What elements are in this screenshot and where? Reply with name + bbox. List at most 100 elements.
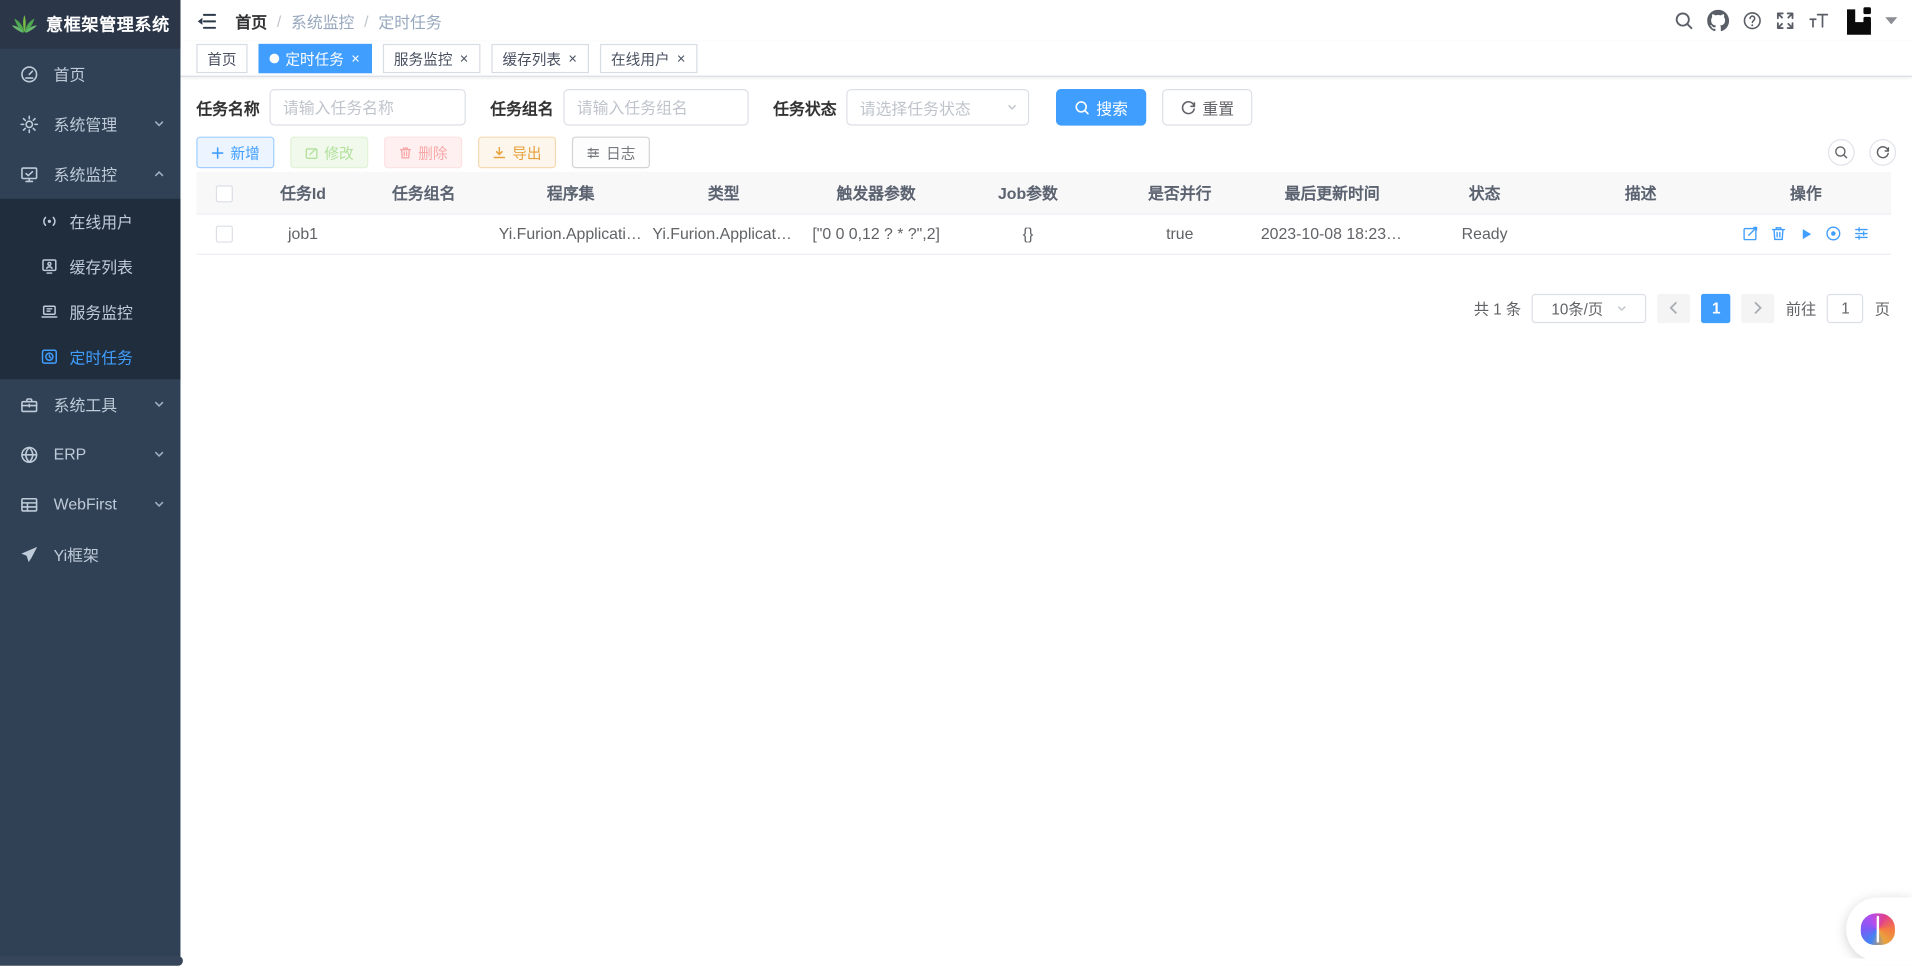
cell-job-args: {} [952, 213, 1103, 253]
col-job-args: Job参数 [952, 172, 1103, 213]
sidebar-item-system-monitoring[interactable]: 系统监控 [0, 149, 180, 199]
delete-button[interactable]: 删除 [384, 137, 462, 169]
globe-icon [20, 444, 40, 464]
search-button[interactable]: 搜索 [1056, 89, 1146, 126]
next-page-button[interactable] [1742, 293, 1775, 322]
sidebar-item-home[interactable]: 首页 [0, 49, 180, 99]
log-button[interactable]: 日志 [572, 137, 650, 169]
breadcrumb-separator: / [364, 12, 368, 30]
row-view-icon[interactable] [1825, 226, 1841, 242]
sidebar-collapse-icon[interactable] [196, 10, 217, 31]
close-icon[interactable]: × [350, 51, 361, 66]
goto-page-input[interactable] [1827, 293, 1864, 322]
tab-scheduled-tasks[interactable]: 定时任务 × [259, 44, 372, 73]
sidebar-item-webfirst[interactable]: WebFirst [0, 479, 180, 529]
tags-view: 首页 定时任务 × 服务监控 × 缓存列表 × 在线用户 × [180, 41, 1912, 76]
table-header-row: 任务Id 任务组名 程序集 类型 触发器参数 Job参数 是否并行 最后更新时间… [196, 172, 1891, 213]
laptop-icon [40, 302, 60, 322]
tab-cache-list[interactable]: 缓存列表 × [492, 44, 590, 73]
table-grid-icon [20, 494, 40, 514]
tab-home[interactable]: 首页 [196, 44, 247, 73]
close-icon[interactable]: × [567, 51, 578, 66]
breadcrumb-separator: / [277, 12, 281, 30]
app-root: 意框架管理系统 首页 系统管理 [0, 0, 1912, 966]
table-row[interactable]: job1 Yi.Furion.Application Yi.Furion.App… [196, 213, 1891, 253]
select-all-checkbox[interactable] [216, 185, 233, 202]
help-icon[interactable] [1743, 11, 1763, 31]
page-unit-label: 页 [1875, 296, 1890, 319]
scrollbar-thumb[interactable] [0, 956, 183, 966]
sidebar-item-erp[interactable]: ERP [0, 429, 180, 479]
export-button[interactable]: 导出 [478, 137, 556, 169]
edit-button[interactable]: 修改 [290, 137, 368, 169]
header-search-icon[interactable] [1674, 11, 1694, 31]
sidebar-item-system-tools[interactable]: 系统工具 [0, 379, 180, 429]
cell-status: Ready [1408, 213, 1560, 253]
col-concurrent: 是否并行 [1104, 172, 1256, 213]
sidebar-item-system-management[interactable]: 系统管理 [0, 99, 180, 149]
assistant-launcher[interactable] [1846, 897, 1912, 960]
sidebar-item-label: 定时任务 [70, 345, 133, 368]
add-button[interactable]: 新增 [196, 137, 274, 169]
close-icon[interactable]: × [459, 51, 470, 66]
horizontal-scrollbar[interactable] [0, 958, 1912, 965]
screen-user-icon [40, 257, 60, 277]
task-group-input[interactable] [563, 89, 748, 126]
dashboard-icon [20, 64, 40, 84]
github-icon[interactable] [1707, 10, 1729, 32]
sidebar-item-label: 系统监控 [54, 162, 117, 185]
sidebar-item-scheduled-tasks[interactable]: 定时任务 [0, 334, 180, 379]
navbar-actions [1674, 4, 1897, 37]
breadcrumb-home[interactable]: 首页 [235, 9, 267, 32]
tab-label: 在线用户 [611, 48, 670, 69]
page-size-select[interactable]: 10条/页 [1532, 293, 1647, 322]
col-trigger-args: 触发器参数 [800, 172, 952, 213]
fullscreen-icon[interactable] [1775, 11, 1795, 31]
row-delete-icon[interactable] [1771, 226, 1787, 242]
plus-icon [211, 146, 224, 159]
avatar-caret-icon[interactable] [1885, 17, 1897, 24]
show-search-button[interactable] [1828, 139, 1855, 166]
chevron-left-icon [1669, 301, 1680, 314]
chevron-down-icon [152, 498, 165, 511]
plant-logo-icon [11, 13, 38, 35]
cell-type: Yi.Furion.Application... [647, 213, 799, 253]
row-log-icon[interactable] [1853, 226, 1869, 242]
reset-button[interactable]: 重置 [1162, 89, 1252, 126]
sidebar-menu: 首页 系统管理 [0, 49, 180, 579]
avatar[interactable] [1842, 4, 1875, 37]
tab-label: 缓存列表 [502, 48, 561, 69]
toolbar-right [1828, 139, 1896, 166]
row-run-icon[interactable] [1799, 226, 1814, 241]
sidebar-item-yi-framework[interactable]: Yi框架 [0, 529, 180, 579]
task-name-input[interactable] [270, 89, 466, 126]
briefcase-icon [20, 394, 40, 414]
close-icon[interactable]: × [676, 51, 687, 66]
tab-label: 定时任务 [285, 48, 344, 69]
trash-icon [399, 146, 412, 159]
page-number-active[interactable]: 1 [1702, 293, 1731, 322]
row-checkbox[interactable] [216, 226, 233, 243]
tab-service-monitoring[interactable]: 服务监控 × [383, 44, 481, 73]
prev-page-button[interactable] [1658, 293, 1691, 322]
sidebar-item-label: 缓存列表 [70, 255, 133, 278]
sidebar-item-label: 系统工具 [54, 393, 117, 416]
table-toolbar: 新增 修改 删除 导出 [196, 137, 1896, 169]
sidebar-item-label: ERP [54, 445, 87, 463]
sidebar-item-online-users[interactable]: 在线用户 [0, 199, 180, 244]
monitor-icon [20, 164, 40, 184]
sidebar-item-label: Yi框架 [54, 543, 99, 566]
sidebar-item-cache-list[interactable]: 缓存列表 [0, 244, 180, 289]
font-size-icon[interactable] [1808, 11, 1829, 31]
sidebar-item-label: 系统管理 [54, 112, 117, 135]
sidebar-item-service-monitoring[interactable]: 服务监控 [0, 289, 180, 334]
log-lines-icon [587, 146, 600, 159]
goto-label: 前往 [1786, 296, 1817, 319]
tab-online-users[interactable]: 在线用户 × [600, 44, 698, 73]
col-group: 任务组名 [354, 172, 494, 213]
task-status-select[interactable]: 请选择任务状态 [846, 89, 1029, 126]
refresh-table-button[interactable] [1869, 139, 1896, 166]
row-edit-icon[interactable] [1743, 226, 1759, 242]
send-icon [20, 544, 40, 564]
download-icon [493, 146, 506, 159]
